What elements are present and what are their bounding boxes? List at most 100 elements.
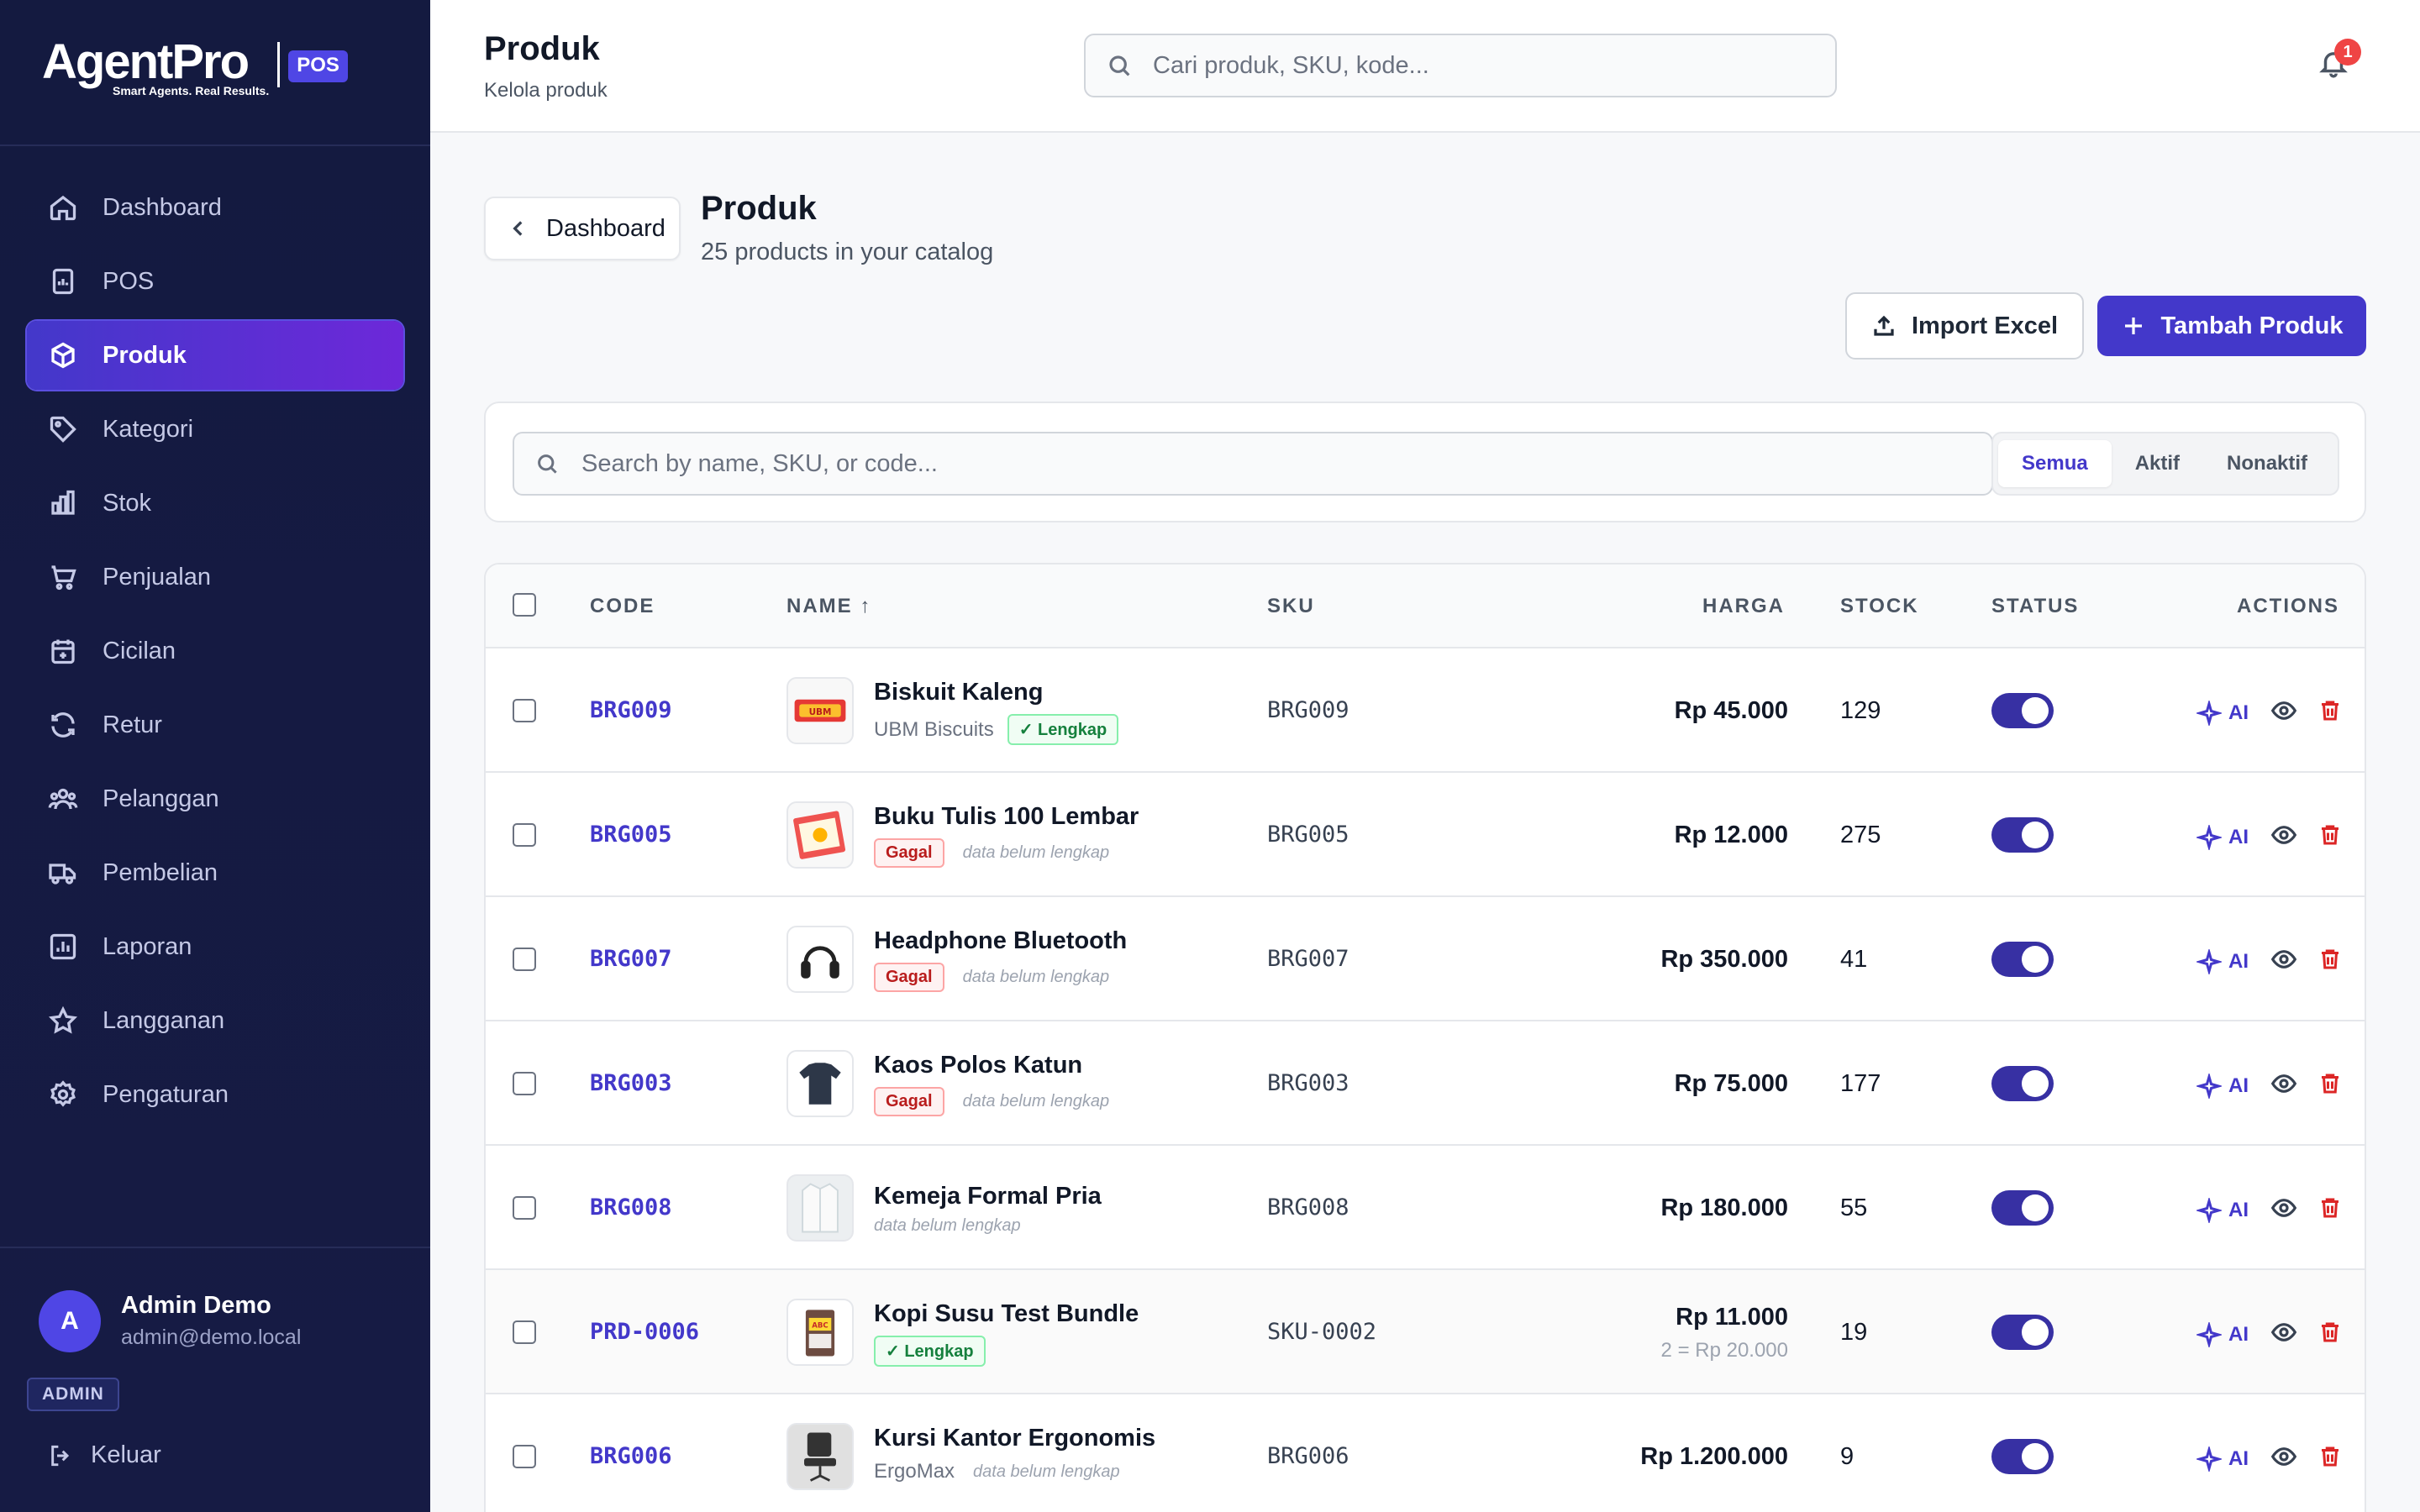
sidebar-item-langganan[interactable]: Langganan [27, 986, 403, 1055]
view-button[interactable] [2249, 1319, 2297, 1350]
status-toggle[interactable] [1991, 1190, 2054, 1226]
row-checkbox[interactable] [513, 699, 536, 722]
column-sku[interactable]: SKU [1267, 595, 1315, 618]
delete-button[interactable] [2297, 1444, 2343, 1473]
table-row[interactable]: PRD-0006 ABC Kopi Susu Test Bundle ✓ Len… [486, 1270, 2365, 1394]
table-row[interactable]: BRG009 UBM Biskuit Kaleng UBM Biscuits ✓… [486, 648, 2365, 773]
data-status-badge: Gagal [874, 1087, 944, 1116]
product-name[interactable]: Kaos Polos Katun [874, 1052, 1082, 1079]
delete-button[interactable] [2297, 698, 2343, 727]
sidebar-item-penjualan[interactable]: Penjualan [27, 543, 403, 612]
row-checkbox[interactable] [513, 1445, 536, 1468]
incomplete-note: data belum lengkap [973, 1462, 1120, 1481]
product-code[interactable]: BRG006 [590, 1443, 672, 1469]
sidebar-item-kategori[interactable]: Kategori [27, 395, 403, 464]
status-toggle[interactable] [1991, 817, 2054, 853]
sidebar-item-stok[interactable]: Stok [27, 469, 403, 538]
add-product-button[interactable]: Tambah Produk [2097, 296, 2366, 356]
view-button[interactable] [2249, 1194, 2297, 1226]
page-subtitle: 25 products in your catalog [701, 239, 994, 265]
sidebar-item-laporan[interactable]: Laporan [27, 912, 403, 981]
sidebar-item-cicilan[interactable]: Cicilan [27, 617, 403, 685]
sidebar-item-dashboard[interactable]: Dashboard [27, 173, 403, 242]
table-row[interactable]: BRG006 Kursi Kantor Ergonomis ErgoMax da… [486, 1394, 2365, 1512]
user-name: Admin Demo [121, 1292, 271, 1319]
filter-tab-semua[interactable]: Semua [1998, 440, 2112, 487]
table-row[interactable]: BRG005 Buku Tulis 100 Lembar Gagal data … [486, 773, 2365, 897]
avatar[interactable]: A [39, 1290, 101, 1352]
ai-button[interactable]: AI [2196, 824, 2249, 850]
sparkle-icon [2196, 948, 2222, 974]
row-checkbox[interactable] [513, 1320, 536, 1344]
select-all-checkbox[interactable] [513, 593, 536, 617]
product-name[interactable]: Buku Tulis 100 Lembar [874, 803, 1139, 831]
product-code[interactable]: BRG007 [590, 946, 672, 972]
status-toggle[interactable] [1991, 1066, 2054, 1101]
sidebar-item-retur[interactable]: Retur [27, 690, 403, 759]
row-checkbox[interactable] [513, 1196, 536, 1220]
row-actions: AI [2196, 1319, 2343, 1350]
row-checkbox[interactable] [513, 823, 536, 847]
sidebar-item-produk[interactable]: Produk [27, 321, 403, 390]
sidebar: AgentPro Smart Agents. Real Results. POS… [0, 0, 430, 1512]
ai-button[interactable]: AI [2196, 948, 2249, 974]
data-status-badge: Gagal [874, 838, 944, 868]
product-code[interactable]: BRG009 [590, 697, 672, 723]
table-row[interactable]: BRG008 Kemeja Formal Pria data belum len… [486, 1146, 2365, 1270]
status-toggle[interactable] [1991, 693, 2054, 728]
product-name[interactable]: Kursi Kantor Ergonomis [874, 1425, 1155, 1452]
ai-button[interactable]: AI [2196, 1073, 2249, 1099]
view-button[interactable] [2249, 1443, 2297, 1474]
back-to-dashboard-button[interactable]: Dashboard [484, 197, 681, 260]
product-name[interactable]: Kemeja Formal Pria [874, 1183, 1102, 1210]
ai-button[interactable]: AI [2196, 700, 2249, 726]
product-name[interactable]: Headphone Bluetooth [874, 927, 1127, 955]
sidebar-item-pelanggan[interactable]: Pelanggan [27, 764, 403, 833]
ai-button[interactable]: AI [2196, 1321, 2249, 1347]
product-code[interactable]: PRD-0006 [590, 1319, 699, 1345]
logo[interactable]: AgentPro Smart Agents. Real Results. POS [0, 0, 430, 146]
product-code[interactable]: BRG008 [590, 1194, 672, 1221]
sidebar-item-pos[interactable]: POS [27, 247, 403, 316]
sidebar-item-pembelian[interactable]: Pembelian [27, 838, 403, 907]
row-checkbox[interactable] [513, 1072, 536, 1095]
ai-button[interactable]: AI [2196, 1446, 2249, 1472]
delete-button[interactable] [2297, 947, 2343, 976]
product-sku: BRG008 [1267, 1194, 1349, 1221]
view-button[interactable] [2249, 697, 2297, 728]
filter-tab-nonaktif[interactable]: Nonaktif [2203, 440, 2331, 487]
delete-button[interactable] [2297, 1195, 2343, 1225]
table-row[interactable]: BRG007 Headphone Bluetooth Gagal data be… [486, 897, 2365, 1021]
product-code[interactable]: BRG003 [590, 1070, 672, 1096]
column-code[interactable]: CODE [590, 595, 655, 618]
product-name[interactable]: Biskuit Kaleng [874, 679, 1043, 706]
product-name[interactable]: Kopi Susu Test Bundle [874, 1300, 1139, 1328]
filter-tab-aktif[interactable]: Aktif [2112, 440, 2203, 487]
sidebar-item-label: Langganan [103, 1006, 225, 1034]
import-excel-button[interactable]: Import Excel [1845, 292, 2084, 360]
delete-button[interactable] [2297, 1320, 2343, 1349]
eye-icon [2270, 826, 2297, 844]
status-toggle[interactable] [1991, 1315, 2054, 1350]
delete-button[interactable] [2297, 1071, 2343, 1100]
column-name[interactable]: NAME ↑ [786, 595, 871, 618]
logout-button[interactable]: Keluar [47, 1441, 161, 1469]
view-button[interactable] [2249, 822, 2297, 853]
product-search-input[interactable] [581, 449, 1926, 478]
view-button[interactable] [2249, 946, 2297, 977]
delete-button[interactable] [2297, 822, 2343, 852]
status-toggle[interactable] [1991, 1439, 2054, 1474]
global-search-input[interactable] [1153, 51, 1808, 80]
status-toggle[interactable] [1991, 942, 2054, 977]
logo-divider [277, 42, 281, 87]
view-button[interactable] [2249, 1070, 2297, 1101]
report-icon [47, 931, 79, 963]
table-row[interactable]: BRG003 Kaos Polos Katun Gagal data belum… [486, 1021, 2365, 1146]
bar-chart-icon [47, 487, 79, 519]
sidebar-item-pengaturan[interactable]: Pengaturan [27, 1060, 403, 1129]
ai-button[interactable]: AI [2196, 1197, 2249, 1223]
row-checkbox[interactable] [513, 948, 536, 971]
column-price[interactable]: HARGA [1702, 595, 1785, 618]
product-code[interactable]: BRG005 [590, 822, 672, 848]
column-stock[interactable]: STOCK [1840, 595, 1919, 618]
